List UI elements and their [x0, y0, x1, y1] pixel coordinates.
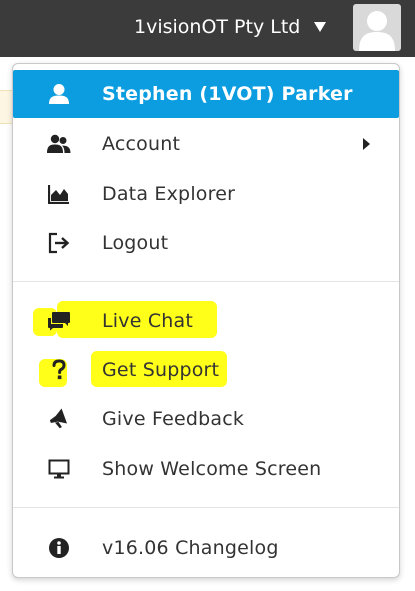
menu-item-welcome-screen[interactable]: Show Welcome Screen — [13, 445, 399, 493]
user-name-label: Stephen (1VOT) Parker — [102, 83, 353, 105]
menu-item-logout[interactable]: Logout — [13, 219, 399, 267]
top-navigation-bar: 1visionOT Pty Ltd — [0, 0, 415, 57]
get-support-label: Get Support — [102, 359, 220, 381]
menu-item-data-explorer[interactable]: Data Explorer — [13, 170, 399, 218]
logout-label: Logout — [102, 232, 169, 254]
sign-out-icon — [46, 231, 72, 255]
menu-divider — [13, 507, 399, 508]
account-label: Account — [102, 133, 181, 155]
menu-item-changelog[interactable]: v16.06 Changelog — [13, 524, 399, 572]
menu-item-give-feedback[interactable]: Give Feedback — [13, 395, 399, 443]
menu-item-user-profile[interactable]: Stephen (1VOT) Parker — [13, 70, 399, 118]
give-feedback-label: Give Feedback — [102, 408, 245, 430]
area-chart-icon — [46, 182, 72, 206]
megaphone-icon — [46, 407, 72, 431]
user-dropdown-menu: Stephen (1VOT) Parker Account Data Explo… — [12, 63, 400, 578]
question-mark-icon — [46, 358, 72, 382]
live-chat-label: Live Chat — [102, 310, 194, 332]
menu-divider — [13, 281, 399, 282]
changelog-label: v16.06 Changelog — [102, 537, 279, 559]
data-explorer-label: Data Explorer — [102, 183, 236, 205]
user-icon — [46, 82, 72, 106]
menu-item-account[interactable]: Account — [13, 120, 399, 168]
welcome-screen-label: Show Welcome Screen — [102, 458, 322, 480]
chevron-right-icon — [363, 138, 370, 150]
caret-down-icon[interactable] — [314, 22, 326, 32]
monitor-icon — [46, 457, 72, 481]
info-circle-icon — [46, 536, 72, 560]
users-icon — [46, 132, 72, 156]
menu-item-get-support[interactable]: Get Support — [13, 346, 399, 394]
organization-name[interactable]: 1visionOT Pty Ltd — [134, 14, 300, 40]
user-avatar-icon[interactable] — [353, 4, 401, 51]
menu-item-live-chat[interactable]: Live Chat — [13, 297, 399, 345]
chat-bubbles-icon — [46, 309, 72, 333]
